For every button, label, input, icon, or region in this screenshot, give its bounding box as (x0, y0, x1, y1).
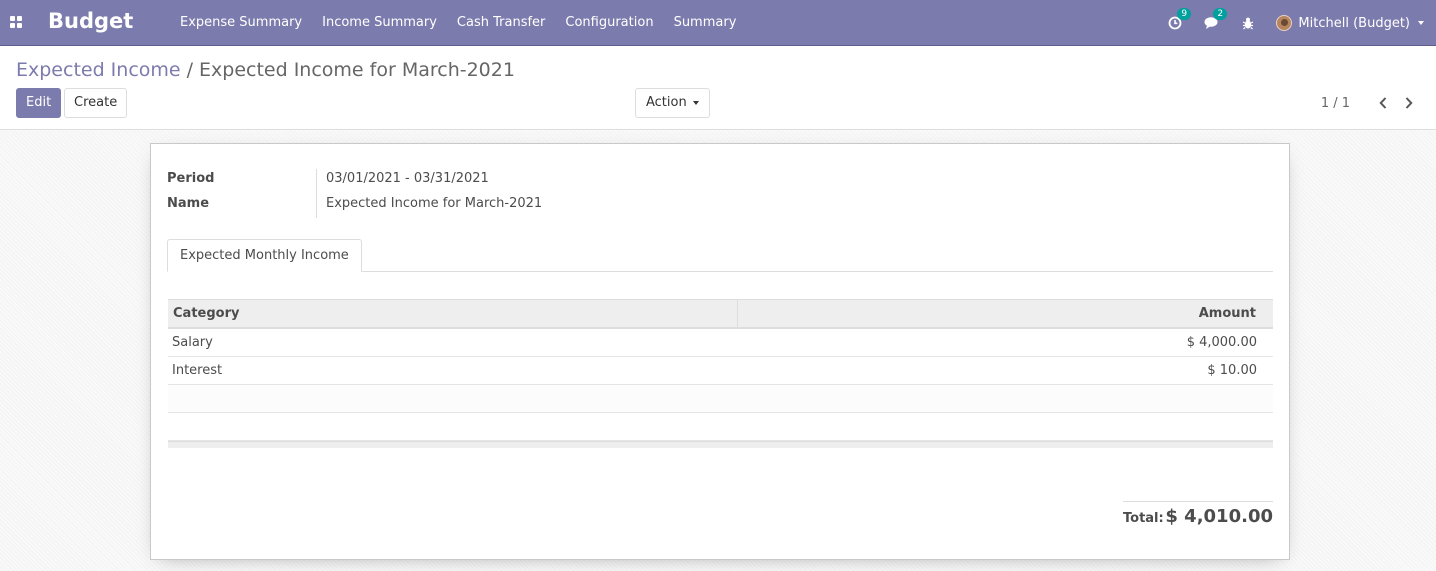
amount-cell: $ 10.00 (1207, 363, 1257, 378)
table-footer (168, 441, 1273, 448)
chevron-left-icon (1379, 97, 1387, 109)
breadcrumb-parent[interactable]: Expected Income (16, 59, 181, 81)
empty-table-row (168, 413, 1273, 441)
column-header-amount[interactable]: Amount (738, 300, 1273, 328)
control-panel: Expected Income / Expected Income for Marc… (0, 46, 1436, 130)
category-cell: Salary (172, 335, 213, 350)
total-summary: Total: $ 4,010.00 (1123, 501, 1273, 527)
amount-cell: $ 4,000.00 (1186, 335, 1257, 350)
caret-down-icon (692, 100, 699, 105)
avatar (1276, 15, 1293, 31)
table-row[interactable]: Interest $ 10.00 (168, 357, 1273, 385)
menu-item-summary[interactable]: Summary (664, 0, 747, 46)
name-label: Name (167, 196, 210, 211)
main-menu: Expense Summary Income Summary Cash Tran… (170, 0, 746, 46)
total-label: Total: (1123, 511, 1164, 526)
user-menu[interactable]: Mitchell (Budget) (1276, 15, 1424, 31)
create-button[interactable]: Create (64, 88, 128, 118)
income-lines-table: Category Amount Salary $ 4,000.00 Intere… (168, 299, 1273, 448)
chevron-right-icon (1405, 97, 1413, 109)
menu-item-expense-summary[interactable]: Expense Summary (170, 0, 312, 46)
form-view: Period 03/01/2021 - 03/31/2021 Name Expe… (0, 131, 1436, 571)
caret-down-icon (1418, 21, 1424, 25)
pager-previous-button[interactable] (1376, 95, 1390, 111)
name-value: Expected Income for March-2021 (326, 196, 543, 211)
activity-menu[interactable]: 9 (1168, 8, 1192, 30)
menu-item-cash-transfer[interactable]: Cash Transfer (447, 0, 555, 46)
breadcrumb-current: Expected Income for March-2021 (199, 59, 515, 81)
field-separator (316, 169, 317, 218)
bug-icon (1243, 17, 1254, 30)
breadcrumb: Expected Income / Expected Income for Marc… (16, 59, 515, 81)
name-field: Name Expected Income for March-2021 (167, 191, 542, 216)
messages-badge: 2 (1213, 8, 1228, 20)
table-row[interactable]: Salary $ 4,000.00 (168, 329, 1273, 357)
period-value: 03/01/2021 - 03/31/2021 (326, 171, 489, 186)
notebook-tabs: Expected Monthly Income (167, 239, 1273, 272)
table-header: Category Amount (168, 299, 1273, 329)
edit-button[interactable]: Edit (16, 88, 62, 118)
activity-badge: 9 (1177, 8, 1192, 20)
systray: 9 2 Mitchell (Budget) (1168, 0, 1436, 46)
tab-expected-monthly-income[interactable]: Expected Monthly Income (167, 239, 362, 272)
pager: 1 / 1 (1321, 95, 1416, 111)
total-value: $ 4,010.00 (1165, 506, 1273, 527)
period-label: Period (167, 171, 215, 186)
user-name: Mitchell (Budget) (1298, 15, 1410, 31)
empty-table-row (168, 385, 1273, 413)
menu-item-income-summary[interactable]: Income Summary (312, 0, 447, 46)
menu-item-configuration[interactable]: Configuration (555, 0, 663, 46)
messaging-menu[interactable]: 2 (1204, 8, 1228, 30)
period-field: Period 03/01/2021 - 03/31/2021 (167, 166, 489, 191)
form-sheet: Period 03/01/2021 - 03/31/2021 Name Expe… (150, 143, 1290, 560)
pager-next-button[interactable] (1402, 95, 1416, 111)
app-brand[interactable]: Budget (48, 9, 133, 33)
column-header-category[interactable]: Category (168, 299, 738, 328)
action-label: Action (646, 95, 687, 110)
debug-menu[interactable] (1242, 16, 1254, 30)
breadcrumb-separator: / (186, 59, 194, 81)
apps-grid-icon[interactable] (10, 16, 22, 28)
action-dropdown-button[interactable]: Action (635, 88, 710, 118)
category-cell: Interest (172, 363, 223, 378)
top-navbar: Budget Expense Summary Income Summary Ca… (0, 0, 1436, 46)
pager-value[interactable]: 1 / 1 (1321, 96, 1350, 111)
